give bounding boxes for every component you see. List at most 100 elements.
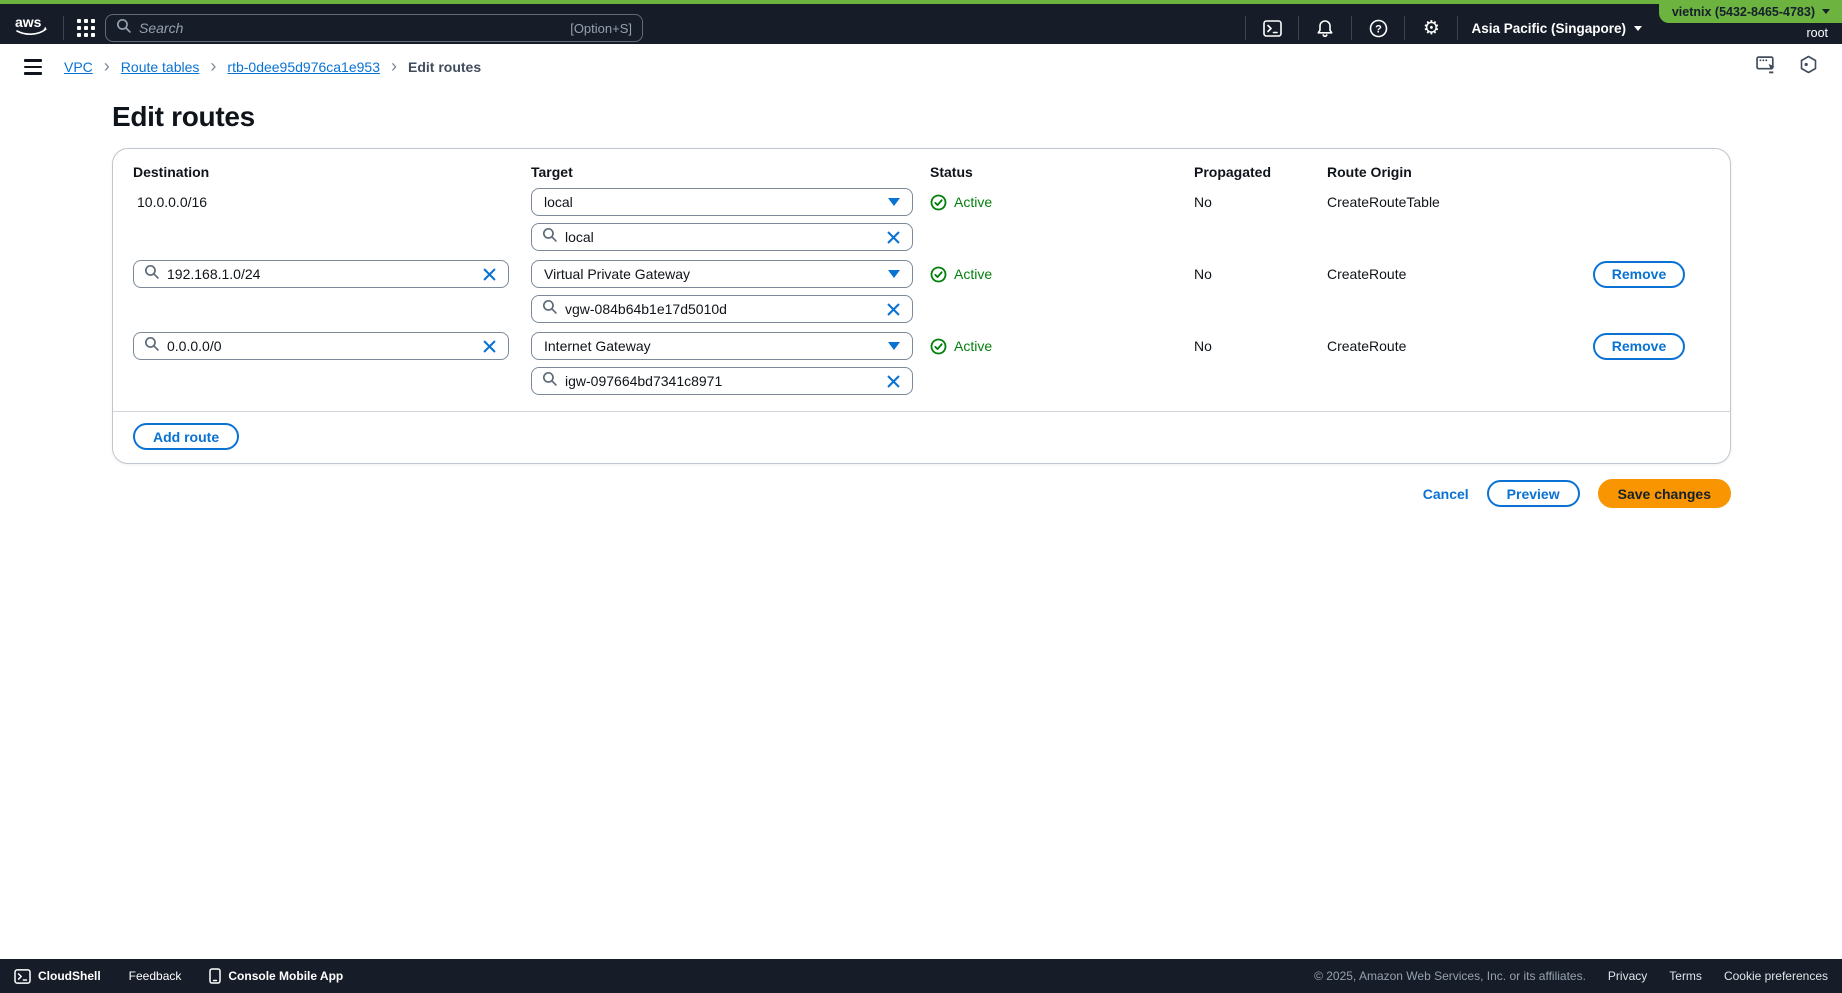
- target-search-input[interactable]: [565, 373, 876, 389]
- divider: [1457, 16, 1458, 40]
- check-circle-icon: [930, 338, 947, 355]
- check-circle-icon: [930, 266, 947, 283]
- account-label: vietnix (5432-8465-4783): [1672, 5, 1815, 19]
- column-header-target: Target: [531, 164, 930, 180]
- new-ui-monitor-icon[interactable]: [1756, 55, 1777, 79]
- breadcrumb-link-route-table-id[interactable]: rtb-0dee95d976ca1e953: [227, 59, 380, 75]
- cloudshell-icon[interactable]: [1259, 20, 1285, 37]
- copyright-text: © 2025, Amazon Web Services, Inc. or its…: [1314, 969, 1586, 983]
- search-icon: [542, 371, 557, 391]
- status-hexagon-icon[interactable]: [1799, 55, 1818, 79]
- target-type-value: local: [544, 194, 573, 210]
- accent-top-line: [0, 0, 1842, 4]
- chevron-right-icon: ›: [391, 57, 397, 75]
- search-input[interactable]: [139, 20, 562, 36]
- search-icon: [144, 336, 159, 356]
- svg-text:?: ?: [1375, 23, 1382, 35]
- clear-x-icon[interactable]: [884, 372, 902, 390]
- target-search-field[interactable]: [531, 223, 913, 251]
- cancel-button[interactable]: Cancel: [1423, 486, 1469, 502]
- target-type-dropdown[interactable]: Internet Gateway: [531, 332, 913, 360]
- apps-grid-icon[interactable]: [77, 19, 95, 37]
- search-icon: [542, 299, 557, 319]
- page-title: Edit routes: [112, 101, 255, 133]
- divider: [1298, 16, 1299, 40]
- chevron-down-icon: [1634, 26, 1642, 31]
- status-text: Active: [954, 266, 992, 282]
- help-icon[interactable]: ?: [1365, 19, 1391, 38]
- region-label: Asia Pacific (Singapore): [1471, 21, 1626, 36]
- status-badge: Active: [930, 266, 1194, 283]
- breadcrumb-link-vpc[interactable]: VPC: [64, 59, 93, 75]
- notifications-bell-icon[interactable]: [1312, 19, 1338, 38]
- menu-hamburger-icon[interactable]: [24, 59, 42, 74]
- destination-field[interactable]: [133, 260, 509, 288]
- target-type-value: Virtual Private Gateway: [544, 266, 690, 282]
- add-route-button[interactable]: Add route: [133, 423, 239, 450]
- target-search-field[interactable]: [531, 367, 913, 395]
- destination-value: 10.0.0.0/16: [133, 194, 531, 210]
- chevron-down-icon: [1822, 9, 1830, 14]
- chevron-down-icon: [888, 342, 900, 350]
- feedback-label: Feedback: [129, 969, 182, 983]
- top-navigation-bar: aws [Option+S]: [0, 0, 1842, 44]
- breadcrumb-link-route-tables[interactable]: Route tables: [121, 59, 200, 75]
- search-icon: [144, 264, 159, 284]
- breadcrumb-current: Edit routes: [408, 59, 481, 75]
- column-header-propagated: Propagated: [1194, 164, 1327, 180]
- save-changes-button[interactable]: Save changes: [1598, 479, 1731, 508]
- divider: [1404, 16, 1405, 40]
- account-menu[interactable]: vietnix (5432-8465-4783): [1659, 0, 1842, 23]
- edit-routes-card: Destination Target Status Propagated Rou…: [112, 148, 1731, 464]
- column-header-destination: Destination: [133, 164, 531, 180]
- form-actions: Cancel Preview Save changes: [112, 479, 1731, 508]
- console-footer: CloudShell Feedback Console Mobile App ©…: [0, 959, 1842, 993]
- routes-table-header: Destination Target Status Propagated Rou…: [133, 164, 1710, 180]
- target-search-input[interactable]: [565, 229, 876, 245]
- aws-logo[interactable]: aws: [14, 13, 50, 44]
- privacy-link[interactable]: Privacy: [1608, 969, 1647, 983]
- clear-x-icon[interactable]: [480, 337, 498, 355]
- target-type-dropdown[interactable]: Virtual Private Gateway: [531, 260, 913, 288]
- propagated-value: No: [1194, 266, 1327, 282]
- destination-field[interactable]: [133, 332, 509, 360]
- propagated-value: No: [1194, 338, 1327, 354]
- footer-mobile-app-button[interactable]: Console Mobile App: [209, 968, 343, 984]
- chevron-right-icon: ›: [210, 57, 216, 75]
- breadcrumb: VPC › Route tables › rtb-0dee95d976ca1e9…: [64, 58, 481, 76]
- column-header-route-origin: Route Origin: [1327, 164, 1593, 180]
- target-search-input[interactable]: [565, 301, 876, 317]
- cloudshell-icon: [14, 969, 31, 984]
- divider: [63, 16, 64, 40]
- destination-input[interactable]: [167, 266, 472, 282]
- preview-button[interactable]: Preview: [1487, 480, 1580, 507]
- mobile-phone-icon: [209, 968, 221, 984]
- search-icon: [116, 18, 131, 38]
- cookie-preferences-link[interactable]: Cookie preferences: [1724, 969, 1828, 983]
- route-origin-value: CreateRoute: [1327, 266, 1593, 282]
- footer-cloudshell-button[interactable]: CloudShell: [14, 969, 101, 984]
- mobile-app-label: Console Mobile App: [228, 969, 343, 983]
- divider: [1351, 16, 1352, 40]
- terms-link[interactable]: Terms: [1669, 969, 1702, 983]
- status-badge: Active: [930, 338, 1194, 355]
- clear-x-icon[interactable]: [884, 300, 902, 318]
- remove-route-button[interactable]: Remove: [1593, 261, 1685, 288]
- global-search[interactable]: [Option+S]: [105, 14, 643, 42]
- clear-x-icon[interactable]: [480, 265, 498, 283]
- route-origin-value: CreateRouteTable: [1327, 194, 1593, 210]
- target-search-field[interactable]: [531, 295, 913, 323]
- remove-route-button[interactable]: Remove: [1593, 333, 1685, 360]
- settings-gear-icon[interactable]: ⚙: [1418, 19, 1444, 38]
- destination-input[interactable]: [167, 338, 472, 354]
- clear-x-icon[interactable]: [884, 228, 902, 246]
- column-header-status: Status: [930, 164, 1194, 180]
- footer-feedback-button[interactable]: Feedback: [129, 969, 182, 983]
- user-role-label: root: [1806, 26, 1828, 40]
- target-type-dropdown[interactable]: local: [531, 188, 913, 216]
- region-selector[interactable]: Asia Pacific (Singapore): [1471, 21, 1642, 36]
- check-circle-icon: [930, 194, 947, 211]
- route-row: Virtual Private Gateway Active No Create…: [133, 260, 1710, 323]
- route-origin-value: CreateRoute: [1327, 338, 1593, 354]
- chevron-down-icon: [888, 270, 900, 278]
